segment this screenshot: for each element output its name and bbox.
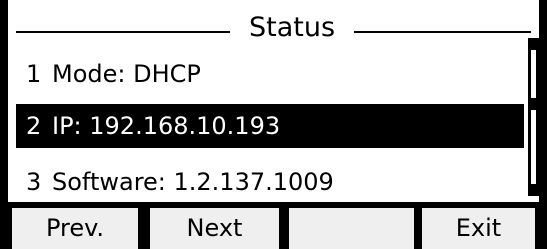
item-number: 2 [26,112,42,140]
next-softkey[interactable]: Next [150,208,279,249]
scrollbar-track [531,110,536,184]
softkey-bar: Prev. Next Exit [8,202,539,249]
item-label: Mode: DHCP [52,60,201,88]
item-number: 3 [26,168,42,196]
list-scrollbar[interactable] [528,38,539,196]
blank-softkey[interactable] [289,208,414,249]
status-item-mode[interactable]: 1 Mode: DHCP [16,52,524,96]
item-label: Software: 1.2.137.1009 [52,168,334,196]
item-number: 1 [26,60,42,88]
status-screen: Status 1 Mode: DHCP 2 IP: 192.168.10.193 3… [0,0,547,249]
page-title: Status [248,12,336,43]
title-divider-left [16,31,230,33]
scrollbar-thumb[interactable] [531,50,536,98]
status-item-software[interactable]: 3 Software: 1.2.137.1009 [16,160,524,204]
item-label: IP: 192.168.10.193 [52,112,281,140]
status-item-ip-selected[interactable]: 2 IP: 192.168.10.193 [16,104,524,148]
prev-softkey[interactable]: Prev. [12,208,138,249]
exit-softkey[interactable]: Exit [422,208,535,249]
screen-frame-left [0,0,8,249]
title-divider-right [354,31,531,33]
screen-frame-right [539,0,547,249]
